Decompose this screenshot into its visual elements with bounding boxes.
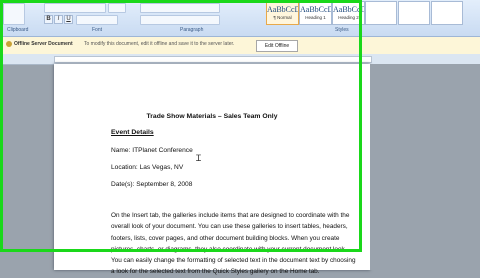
ruler-scale: [54, 56, 372, 63]
paste-button[interactable]: [3, 3, 25, 25]
dates-line: Date(s): September 8, 2008: [111, 181, 193, 188]
style-heading-1-sample: AaBbCcD: [300, 5, 331, 14]
edit-offline-button[interactable]: Edit Offline: [256, 40, 298, 52]
clipboard-group-label: Clipboard: [7, 27, 29, 33]
bold-button[interactable]: B: [44, 15, 53, 24]
underline-button[interactable]: U: [64, 15, 73, 24]
body-line: a look for the selected text from the Qu…: [111, 268, 320, 276]
document-page[interactable]: Trade Show Materials – Sales Team Only E…: [54, 64, 370, 275]
section-heading: Event Details: [111, 129, 154, 136]
change-styles-button[interactable]: [398, 1, 430, 25]
ribbon: B I U Clipboard Font Paragraph AaBbCcD ¶…: [0, 0, 480, 37]
body-line: pictures, charts, or diagrams, they also…: [111, 245, 347, 253]
style-heading-2-sample: AaBbCcD: [333, 5, 364, 14]
list-buttons-row[interactable]: [140, 3, 220, 13]
font-name-box[interactable]: [44, 3, 106, 13]
style-heading-2[interactable]: AaBbCcD Heading 2: [332, 1, 365, 25]
location-line: Location: Las Vegas, NV: [111, 164, 184, 171]
italic-button[interactable]: I: [54, 15, 63, 24]
font-effects-row[interactable]: [76, 15, 118, 25]
editing-button[interactable]: [431, 1, 463, 25]
style-heading-1-name: Heading 1: [305, 15, 326, 20]
styles-group-label: Styles: [335, 27, 349, 33]
style-more[interactable]: [365, 1, 397, 25]
body-line: footers, lists, cover pages, and other d…: [111, 234, 340, 242]
body-line: You can easily change the formatting of …: [111, 257, 356, 265]
font-group-label: Font: [92, 27, 103, 33]
body-line: On the Insert tab, the galleries include…: [111, 212, 350, 219]
message-text: To modify this document, edit it offline…: [84, 41, 235, 47]
document-title: Trade Show Materials – Sales Team Only: [146, 113, 278, 120]
workspace-background: [370, 64, 480, 270]
body-line: overall look of your document. You can u…: [111, 223, 348, 231]
paragraph-group-label: Paragraph: [180, 27, 204, 33]
message-bar: Offline Server Document To modify this d…: [0, 37, 480, 55]
alignment-buttons-row[interactable]: [140, 15, 220, 25]
message-title: Offline Server Document: [14, 41, 73, 47]
style-normal[interactable]: AaBbCcD ¶ Normal: [266, 1, 299, 25]
name-line: Name: ITPlanet Conference: [111, 147, 193, 154]
body-paragraph: On the Insert tab, the galleries include…: [111, 210, 370, 278]
text-cursor-icon: Ɪ: [196, 153, 202, 163]
style-heading-1[interactable]: AaBbCcD Heading 1: [299, 1, 332, 25]
style-normal-name: ¶ Normal: [273, 15, 292, 20]
font-size-box[interactable]: [108, 3, 126, 13]
style-heading-2-name: Heading 2: [338, 15, 359, 20]
style-normal-sample: AaBbCcD: [267, 5, 298, 14]
info-icon: [6, 41, 12, 47]
